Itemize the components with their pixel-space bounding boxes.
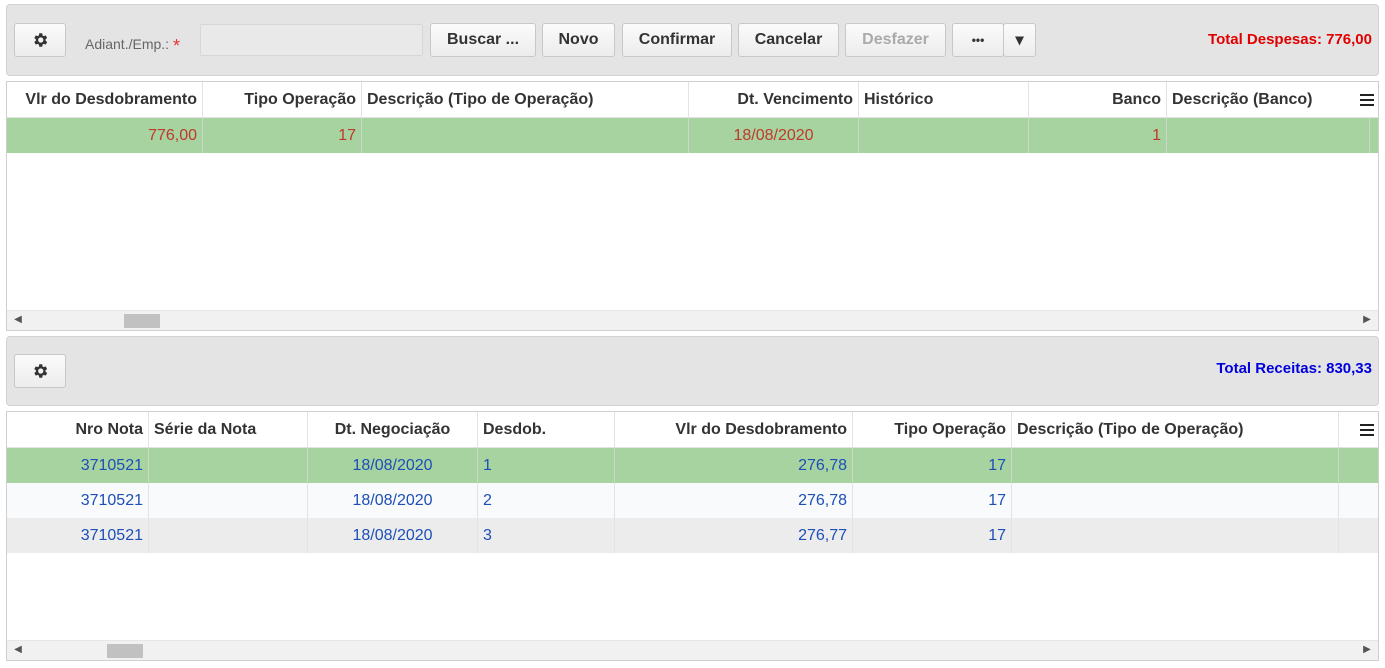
chevron-left-icon[interactable]: ◀	[13, 645, 23, 655]
cell-tipo-operacao: 17	[853, 483, 1012, 518]
bottom-toolbar: Total Receitas: 830,33	[6, 336, 1379, 406]
cell-vlr-desdobramento: 776,00	[7, 118, 203, 153]
cell-historico	[859, 118, 1029, 153]
chevron-left-icon[interactable]: ◀	[13, 315, 23, 325]
confirmar-button[interactable]: Confirmar	[622, 23, 732, 57]
settings-button[interactable]	[14, 23, 66, 57]
cell-desdob: 2	[478, 483, 615, 518]
cell-descricao-banco	[1167, 118, 1370, 153]
receitas-grid: Nro Nota Série da Nota Dt. Negociação De…	[6, 411, 1379, 661]
cell-serie-nota	[149, 448, 308, 483]
column-header[interactable]: Vlr do Desdobramento	[615, 412, 853, 447]
scrollbar-thumb[interactable]	[107, 644, 143, 658]
top-toolbar: Adiant./Emp.: * Buscar ... Novo Confirmar…	[6, 4, 1379, 76]
cell-banco: 1	[1029, 118, 1167, 153]
cell-dt-negociacao: 18/08/2020	[308, 518, 478, 553]
gear-icon	[34, 33, 48, 47]
table-row[interactable]: 776,00 17 18/08/2020 1	[7, 118, 1378, 153]
column-header[interactable]: Vlr do Desdobramento	[7, 82, 203, 117]
column-header[interactable]: Nro Nota	[7, 412, 149, 447]
column-header[interactable]: Descrição (Tipo de Operação)	[1012, 412, 1339, 447]
adiant-emp-label-text: Adiant./Emp.:	[85, 36, 170, 52]
column-header[interactable]: Descrição (Tipo de Operação)	[362, 82, 689, 117]
column-header[interactable]: Dt. Vencimento	[689, 82, 859, 117]
column-header[interactable]: Dt. Negociação	[308, 412, 478, 447]
column-header[interactable]: Descrição (Banco)	[1167, 82, 1357, 117]
cell-serie-nota	[149, 483, 308, 518]
total-receitas: Total Receitas: 830,33	[1216, 360, 1372, 377]
hamburger-menu-icon[interactable]	[1356, 82, 1378, 118]
total-despesas: Total Despesas: 776,00	[1208, 31, 1372, 48]
column-header[interactable]: Desdob.	[478, 412, 615, 447]
cell-dt-negociacao: 18/08/2020	[308, 483, 478, 518]
cell-dt-vencimento: 18/08/2020	[689, 118, 859, 153]
cell-descricao-tipo-operacao	[1012, 448, 1339, 483]
cancelar-button[interactable]: Cancelar	[738, 23, 839, 57]
table-row[interactable]: 3710521 18/08/2020 1 276,78 17	[7, 448, 1378, 483]
despesas-grid: Vlr do Desdobramento Tipo Operação Descr…	[6, 81, 1379, 331]
cell-tipo-operacao: 17	[853, 518, 1012, 553]
cell-vlr-desdobramento: 276,78	[615, 448, 853, 483]
required-mark: *	[173, 36, 181, 56]
table-row[interactable]: 3710521 18/08/2020 3 276,77 17	[7, 518, 1378, 553]
receitas-grid-header: Nro Nota Série da Nota Dt. Negociação De…	[7, 412, 1378, 448]
cell-nro-nota: 3710521	[7, 483, 149, 518]
buscar-button[interactable]: Buscar ...	[430, 23, 536, 57]
novo-button[interactable]: Novo	[542, 23, 615, 57]
cell-desdob: 3	[478, 518, 615, 553]
horizontal-scrollbar[interactable]: ◀ ▶	[7, 640, 1378, 660]
cell-tipo-operacao: 17	[853, 448, 1012, 483]
more-actions-button[interactable]: •••	[952, 23, 1004, 57]
chevron-right-icon[interactable]: ▶	[1362, 315, 1372, 325]
settings-button[interactable]	[14, 354, 66, 388]
column-header[interactable]: Tipo Operação	[853, 412, 1012, 447]
column-header[interactable]: Histórico	[859, 82, 1029, 117]
cell-vlr-desdobramento: 276,77	[615, 518, 853, 553]
cell-nro-nota: 3710521	[7, 518, 149, 553]
horizontal-scrollbar[interactable]: ◀ ▶	[7, 310, 1378, 330]
column-header[interactable]: Banco	[1029, 82, 1167, 117]
more-actions-dropdown[interactable]: ▾	[1003, 23, 1036, 57]
column-header[interactable]: Tipo Operação	[203, 82, 362, 117]
cell-dt-negociacao: 18/08/2020	[308, 448, 478, 483]
cell-nro-nota: 3710521	[7, 448, 149, 483]
desfazer-button[interactable]: Desfazer	[845, 23, 946, 57]
cell-descricao-tipo-operacao	[1012, 483, 1339, 518]
table-row[interactable]: 3710521 18/08/2020 2 276,78 17	[7, 483, 1378, 518]
cell-vlr-desdobramento: 276,78	[615, 483, 853, 518]
hamburger-menu-icon[interactable]	[1356, 412, 1378, 448]
column-header[interactable]: Série da Nota	[149, 412, 308, 447]
cell-tipo-operacao: 17	[203, 118, 362, 153]
scrollbar-thumb[interactable]	[124, 314, 160, 328]
adiant-emp-label: Adiant./Emp.: *	[85, 33, 181, 56]
gear-icon	[34, 364, 48, 378]
cell-descricao-tipo-operacao	[1012, 518, 1339, 553]
adiant-emp-input[interactable]	[200, 24, 423, 56]
cell-descricao-tipo-operacao	[362, 118, 689, 153]
cell-serie-nota	[149, 518, 308, 553]
despesas-grid-header: Vlr do Desdobramento Tipo Operação Descr…	[7, 82, 1378, 118]
cell-desdob: 1	[478, 448, 615, 483]
chevron-right-icon[interactable]: ▶	[1362, 645, 1372, 655]
